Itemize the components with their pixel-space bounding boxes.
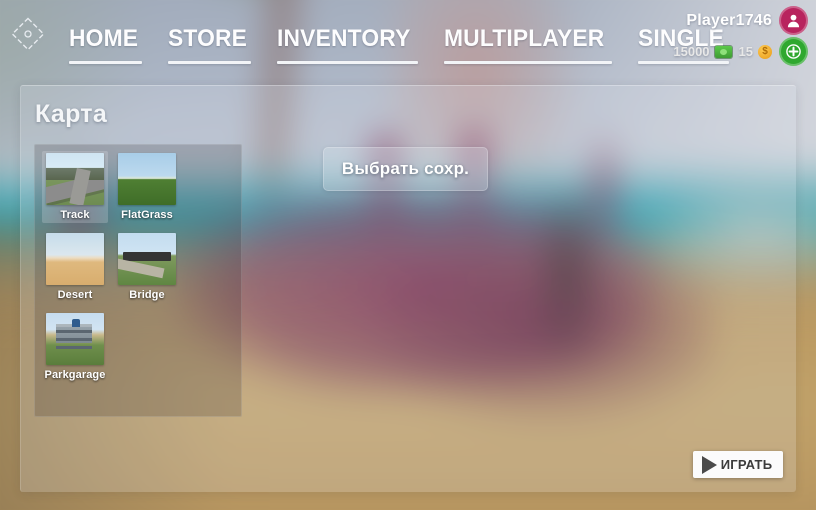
player-name-row: Player1746 [686, 6, 808, 35]
map-thumbnail [118, 233, 176, 285]
nav-items: HOME STORE INVENTORY MULTIPLAYER SINGLE [56, 0, 742, 64]
select-save-label: Выбрать сохр. [341, 159, 470, 178]
avatar-button[interactable] [779, 6, 808, 35]
map-name: Parkgarage [44, 369, 106, 381]
coin-value: 15 [738, 44, 753, 59]
building-shape [56, 324, 93, 344]
play-triangle-icon [701, 455, 717, 474]
map-card-desert[interactable]: Desert [42, 231, 108, 303]
map-thumbnail [46, 233, 104, 285]
map-thumbnail [118, 153, 176, 205]
cash-value: 15000 [673, 44, 710, 59]
play-button-label: ИГРАТЬ [720, 457, 773, 472]
app-logo[interactable] [0, 0, 56, 82]
map-name: Bridge [129, 289, 165, 301]
nav-underline [69, 61, 142, 64]
tower-shape [71, 319, 80, 327]
nav-underline [443, 61, 613, 64]
nav-label: STORE [167, 25, 247, 52]
diamond-logo-icon [11, 17, 45, 51]
map-card-flatgrass[interactable]: FlatGrass [114, 151, 180, 223]
coin-icon: $ [758, 44, 772, 59]
add-currency-button[interactable] [779, 37, 808, 66]
nav-item-inventory[interactable]: INVENTORY [264, 26, 431, 64]
map-thumbnail [46, 153, 104, 205]
nav-item-store[interactable]: STORE [155, 26, 264, 64]
cash-currency: 15000 [673, 44, 732, 59]
plus-icon [786, 44, 801, 59]
map-name: Desert [57, 289, 93, 301]
top-navigation-bar: HOME STORE INVENTORY MULTIPLAYER SINGLE … [0, 0, 816, 82]
person-icon [787, 14, 800, 28]
player-name: Player1746 [686, 11, 772, 29]
nav-item-multiplayer[interactable]: MULTIPLAYER [431, 26, 626, 64]
map-name: Track [60, 209, 90, 221]
play-button[interactable]: ИГРАТЬ [693, 451, 783, 478]
nav-item-home[interactable]: HOME [56, 26, 155, 64]
map-card-parkgarage[interactable]: Parkgarage [42, 311, 108, 383]
map-card-bridge[interactable]: Bridge [114, 231, 180, 303]
terrain-ridge [46, 167, 104, 180]
nav-label: MULTIPLAYER [443, 25, 605, 52]
nav-label: INVENTORY [277, 25, 411, 52]
page-title: Карта [35, 100, 108, 128]
map-name: FlatGrass [121, 209, 173, 221]
nav-label: HOME [69, 25, 139, 52]
currency-row: 15000 15 $ [673, 37, 808, 66]
map-thumbnail [46, 313, 104, 365]
nav-underline [277, 61, 418, 64]
select-save-button[interactable]: Выбрать сохр. [323, 147, 488, 191]
content-panel: Карта Track FlatGrass Desert Bridge Park [20, 85, 796, 492]
player-info: Player1746 15000 15 $ [673, 6, 808, 66]
map-card-track[interactable]: Track [42, 151, 108, 223]
map-list[interactable]: Track FlatGrass Desert Bridge Parkgarage [34, 144, 242, 417]
nav-underline [167, 61, 252, 64]
cash-icon [714, 45, 732, 58]
coin-currency: 15 $ [739, 44, 772, 59]
